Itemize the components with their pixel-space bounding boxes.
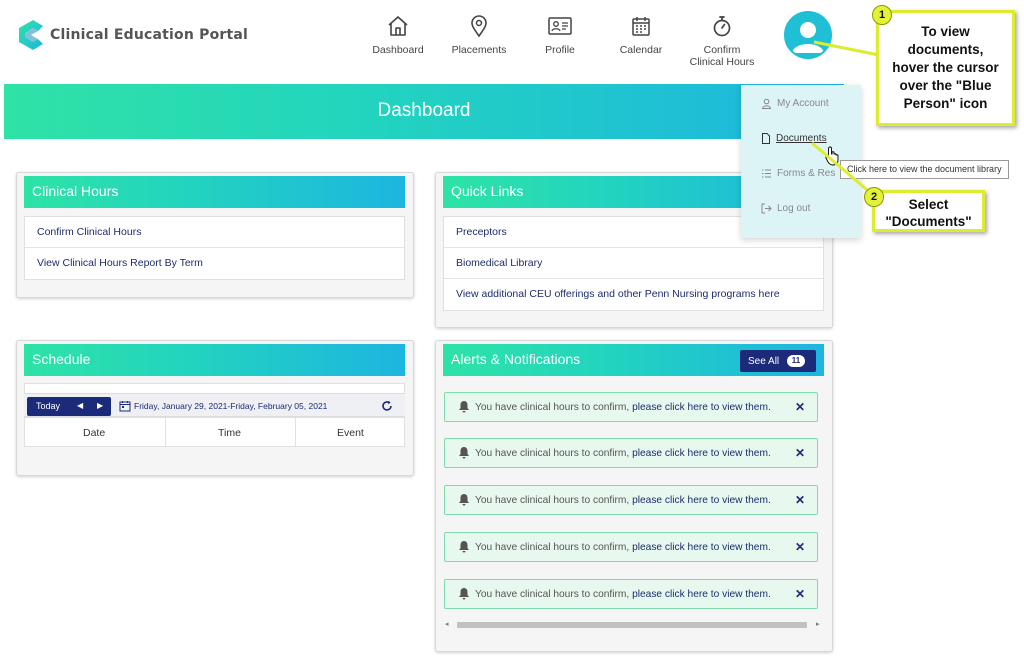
annotation-connectors (811, 40, 885, 196)
callout-1-number-badge: 1 (872, 5, 892, 25)
callout-1-line: Person" icon (903, 96, 988, 111)
callout-1-line: over the "Blue (899, 78, 992, 93)
callout-2-line: Select (908, 197, 949, 212)
callout-2-line: "Documents" (885, 214, 972, 229)
callout-1-connector (813, 40, 885, 58)
callout-2-connector (811, 141, 873, 196)
callout-2: Select "Documents" (872, 190, 985, 232)
callout-1-line: hover the cursor (892, 60, 999, 75)
page: Clinical Education Portal Dashboard Plac… (0, 0, 1024, 662)
callout-2-number-badge: 2 (864, 187, 884, 207)
callout-1: To view documents, hover the cursor over… (876, 10, 1015, 126)
callout-1-line: To view (921, 24, 970, 39)
callout-1-line: documents, (907, 42, 984, 57)
